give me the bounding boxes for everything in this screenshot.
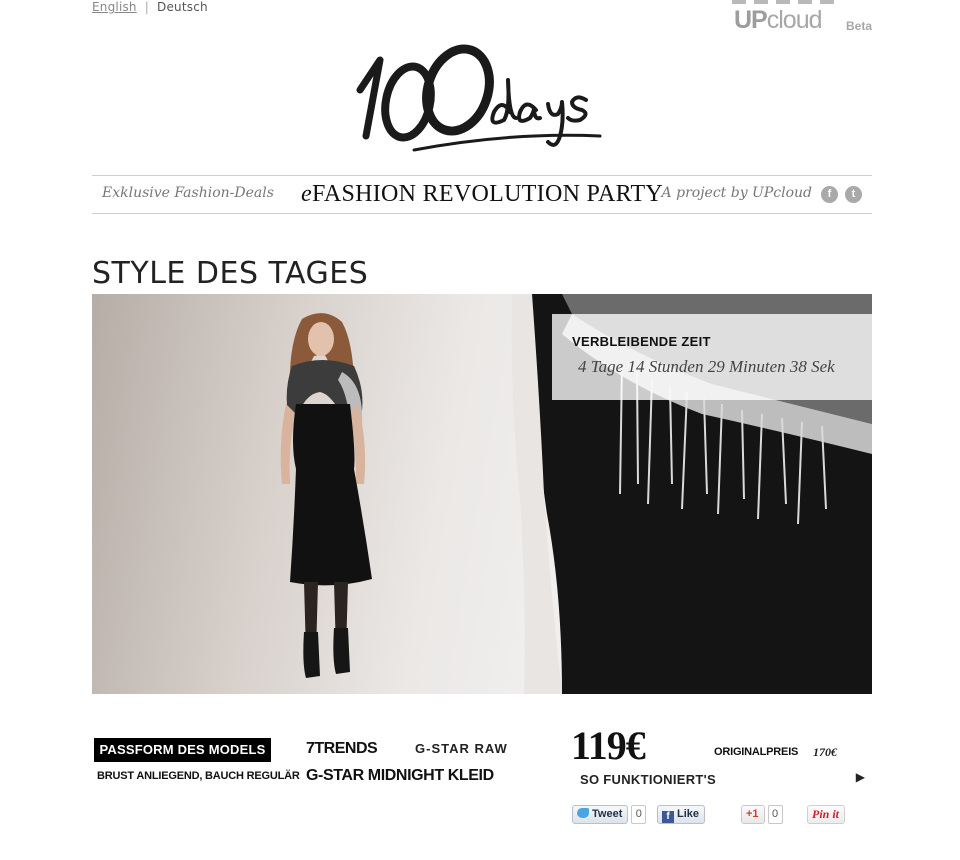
twitter-icon[interactable]: t	[845, 186, 862, 203]
countdown-label: VERBLEIBENDE ZEIT	[572, 334, 711, 349]
tweet-count: 0	[631, 805, 647, 824]
page-title: STYLE DES TAGES	[92, 256, 369, 291]
site-logo[interactable]	[350, 40, 612, 158]
google-plus-share: +1 0	[741, 805, 783, 824]
model-fit-button[interactable]: PASSFORM DES MODELS	[94, 738, 271, 762]
original-price-label: ORIGINALPREIS	[714, 746, 799, 758]
upcloud-logo-word: UPcloud	[734, 6, 822, 34]
pin-it-button[interactable]: Pin it	[807, 805, 846, 824]
google-plus-button[interactable]: +1	[741, 805, 765, 824]
arrow-right-icon: ▶	[855, 770, 865, 784]
tagline-strip: Exklusive Fashion-Deals eFASHION REVOLUT…	[92, 175, 872, 214]
language-english-link[interactable]: English	[92, 0, 137, 14]
how-it-works-label: SO FUNKTIONIERT'S	[580, 772, 717, 787]
facebook-like-button[interactable]: f Like	[657, 805, 706, 824]
upcloud-beta-label: Beta	[845, 19, 872, 33]
product-name: G-STAR MIDNIGHT KLEID	[306, 767, 494, 784]
brand-7trends[interactable]: 7TRENDS	[306, 740, 378, 758]
facebook-icon[interactable]: f	[821, 186, 838, 203]
language-switch: English | Deutsch	[92, 0, 208, 14]
tweet-share: Tweet 0	[572, 805, 647, 824]
google-plus-count: 0	[767, 805, 783, 824]
tweet-button[interactable]: Tweet	[572, 805, 629, 824]
tagline-center: eFASHION REVOLUTION PARTY	[301, 181, 664, 207]
original-price-value: 170€	[813, 745, 837, 759]
countdown-panel: VERBLEIBENDE ZEIT 4 Tage 14 Stunden 29 M…	[552, 314, 872, 400]
countdown-value: 4 Tage 14 Stunden 29 Minuten 38 Sek	[578, 357, 835, 376]
pinterest-share: Pin it	[807, 805, 846, 824]
tagline-right: A project by UPcloud	[661, 185, 812, 201]
tagline-left: Exklusive Fashion-Deals	[102, 185, 274, 201]
model-fit-description: BRUST ANLIEGEND, BAUCH REGULÄR	[97, 770, 300, 782]
facebook-like-icon: f	[662, 811, 674, 823]
facebook-like-share: f Like	[657, 805, 706, 824]
current-price: 119€	[571, 723, 646, 768]
brand-gstar-raw[interactable]: G-STAR RAW	[415, 741, 508, 756]
how-it-works-link[interactable]: SO FUNKTIONIERT'S ▶	[580, 769, 865, 787]
language-separator: |	[144, 0, 149, 14]
upcloud-logo[interactable]: UPcloud Beta	[732, 0, 872, 38]
upcloud-logo-dots	[732, 0, 840, 4]
twitter-bird-icon	[577, 808, 589, 818]
language-deutsch-link[interactable]: Deutsch	[157, 0, 208, 14]
